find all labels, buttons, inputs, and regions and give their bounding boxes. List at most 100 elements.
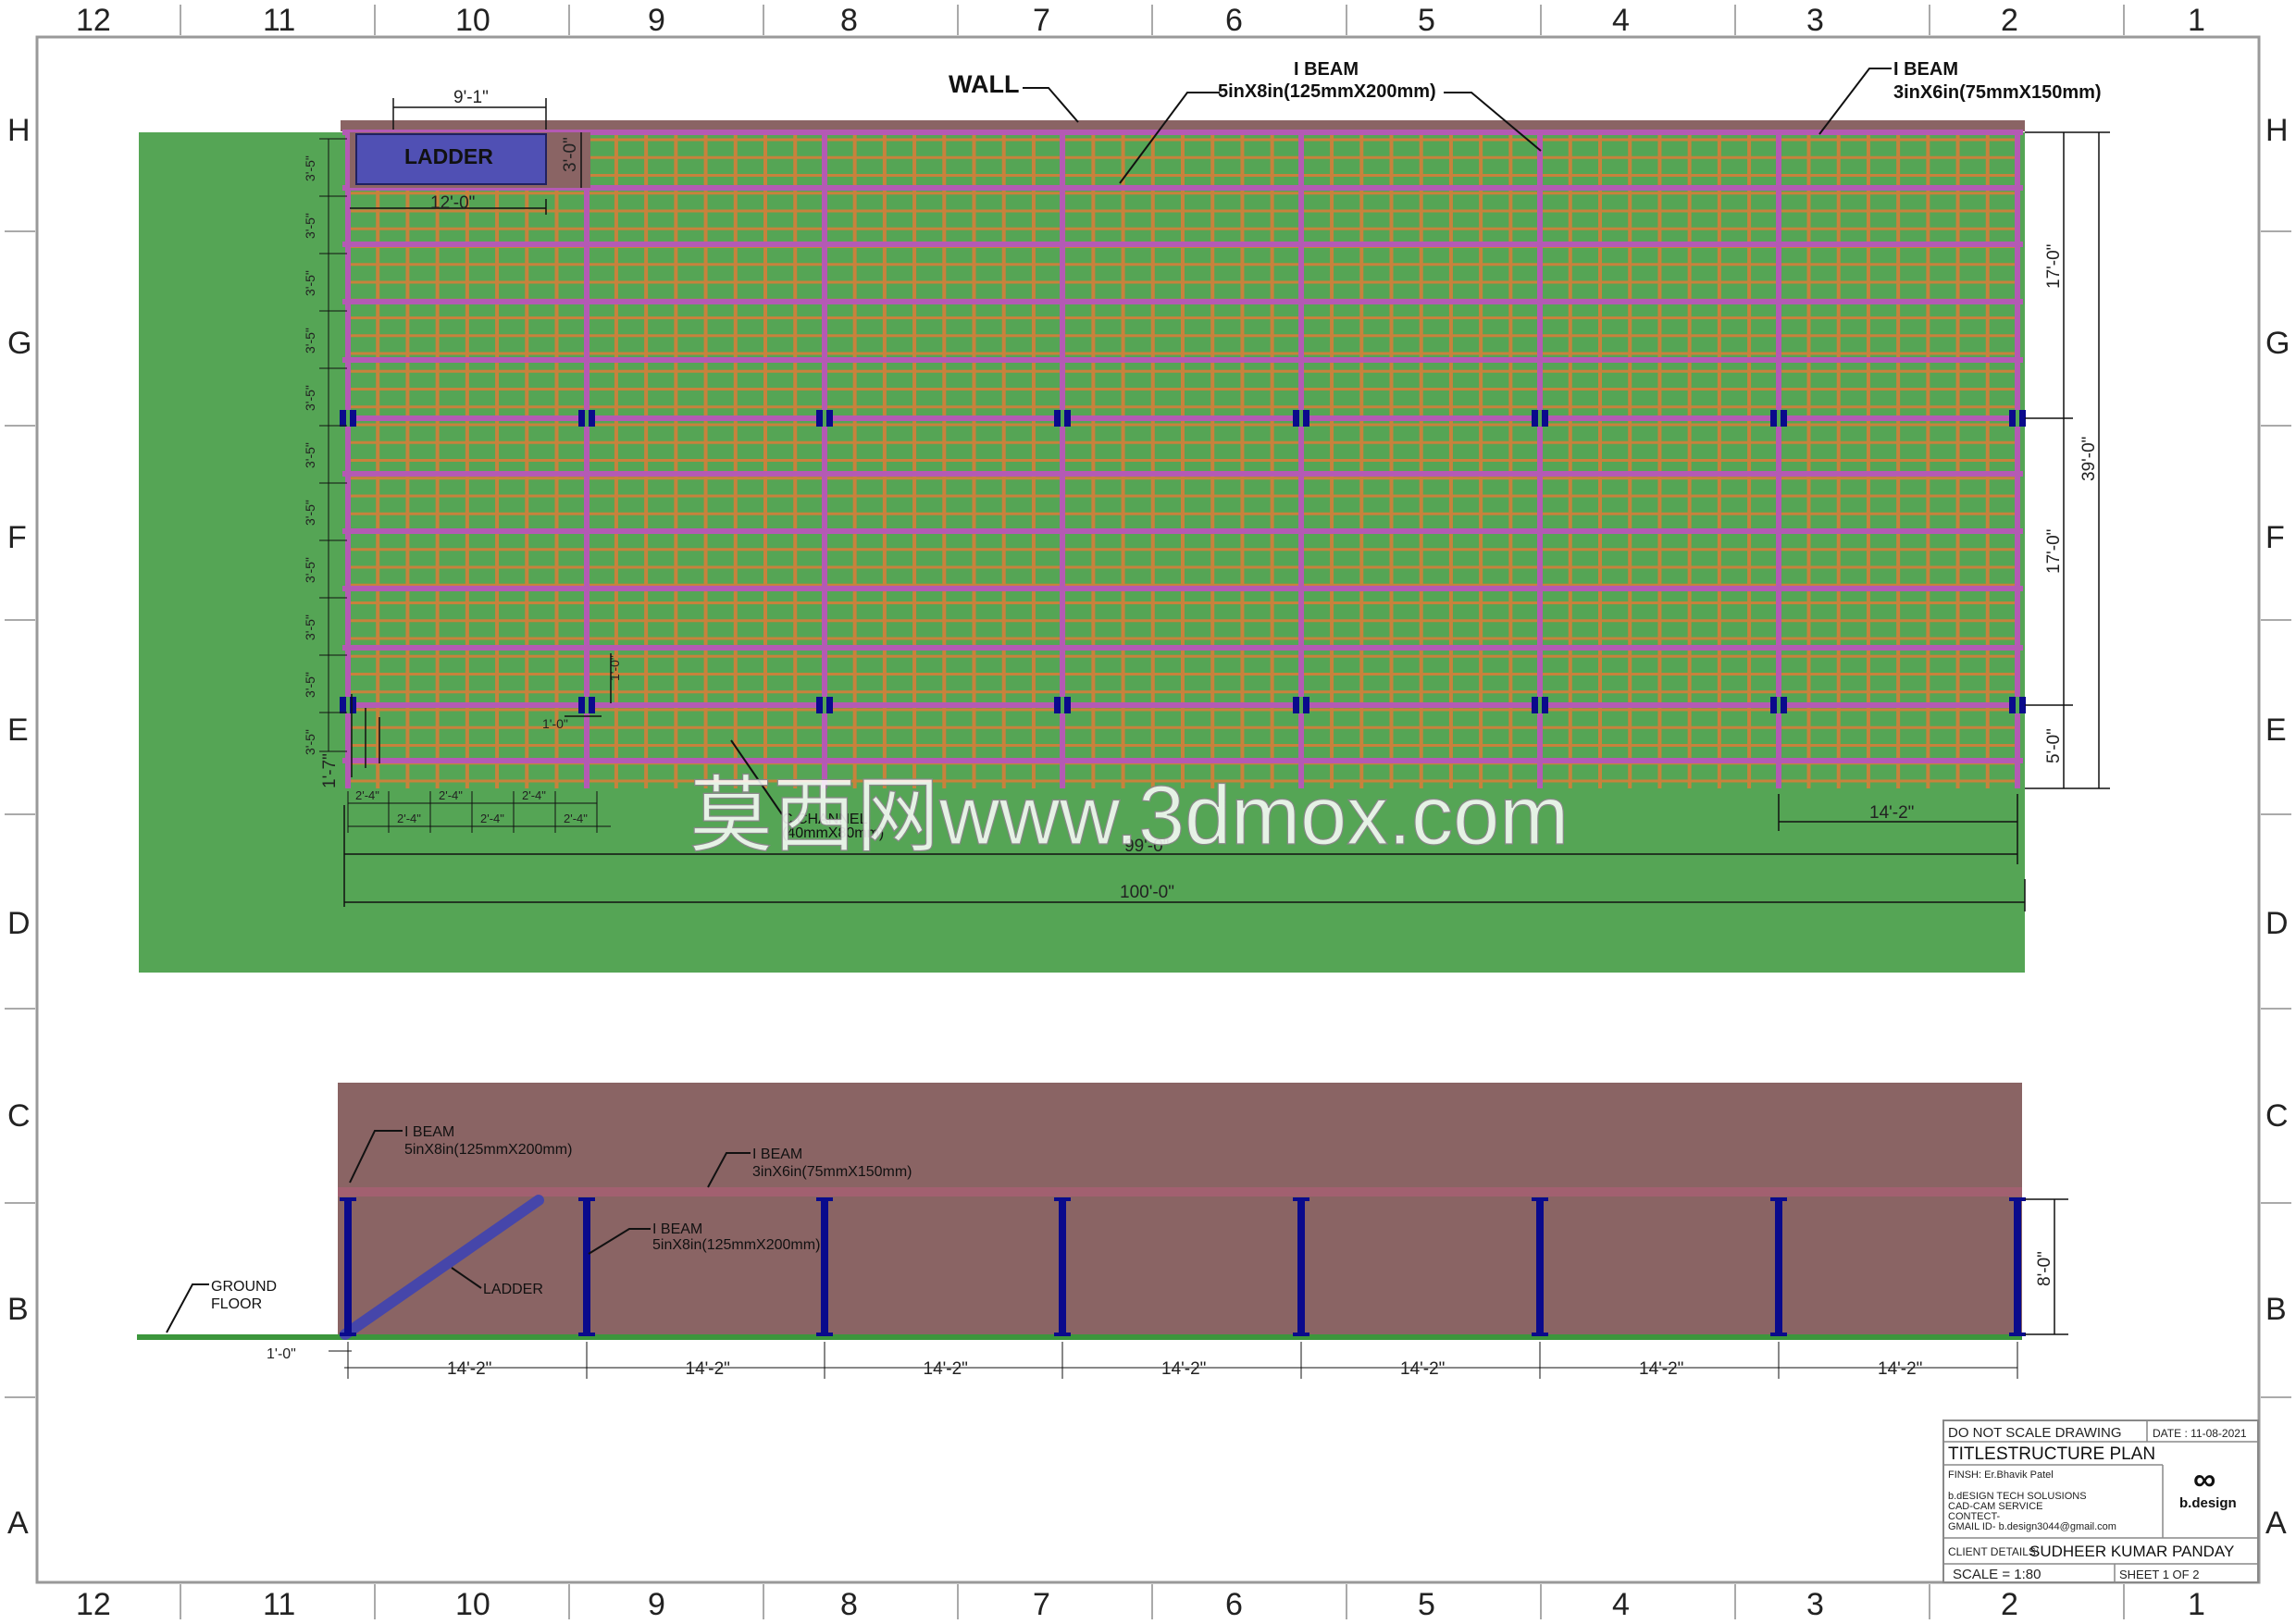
secondary-beam-horizontal <box>348 459 2017 462</box>
elev-ibeam-top-size: 5inX8in(125mmX200mm) <box>404 1142 572 1158</box>
secondary-beam-horizontal <box>348 280 2017 284</box>
elevation-column <box>2014 1199 2021 1334</box>
dim-17-top: 17'-0" <box>2044 244 2064 289</box>
elevation-column-base <box>2009 1333 2026 1336</box>
column-marker-gap <box>1061 410 1064 427</box>
drawing-date: DATE : 11-08-2021 <box>2153 1427 2247 1440</box>
secondary-beam-horizontal <box>348 440 2017 444</box>
ladder-length-dim: 12'-0" <box>430 193 475 213</box>
frame-row-left-E: E <box>7 713 29 748</box>
elevation-column-base <box>1293 1333 1309 1336</box>
secondary-beam-horizontal <box>348 352 2017 355</box>
row-spacing-label: 3'-5" <box>303 270 317 296</box>
title-block: DO NOT SCALE DRAWING DATE : 11-08-2021 T… <box>1942 1419 2259 1583</box>
elevation-column-base <box>340 1333 356 1336</box>
secondary-beam-horizontal <box>348 388 2017 391</box>
dim-1-0-b: 1'-0" <box>607 655 622 681</box>
frame-col-bottom-6: 6 <box>1225 1587 1243 1622</box>
secondary-beam-horizontal <box>348 138 2017 142</box>
frame-row-left-A: A <box>7 1506 29 1541</box>
column-marker-gap <box>1777 410 1781 427</box>
frame-row-right-H: H <box>2265 113 2289 148</box>
secondary-beam-horizontal <box>348 512 2017 515</box>
dim-5: 5'-0" <box>2044 728 2064 763</box>
frame-col-bottom-11: 11 <box>263 1587 295 1622</box>
frame-col-top-12: 12 <box>76 3 111 38</box>
ladder-plan-label: LADDER <box>404 144 493 168</box>
dim-100: 100'-0" <box>1120 883 1174 902</box>
elev-ibeam-sec-title: I BEAM <box>752 1147 802 1162</box>
row-spacing-label: 3'-5" <box>303 385 317 411</box>
frame-row-left-C: C <box>7 1098 31 1134</box>
title-prefix: TITLE: <box>1948 1444 2001 1464</box>
elev-ibeam-col-size: 5inX8in(125mmX200mm) <box>652 1237 820 1253</box>
column-marker-gap <box>2016 697 2019 713</box>
secondary-beam-horizontal <box>348 494 2017 498</box>
secondary-beam-horizontal <box>348 155 2017 159</box>
elevation-column-base <box>1532 1333 1548 1336</box>
column-marker-gap <box>585 410 589 427</box>
col-spacing-label: 2'-4" <box>397 812 421 825</box>
elev-ladder-label: LADDER <box>483 1282 543 1297</box>
row-spacing-label: 3'-5" <box>303 155 317 181</box>
main-beam-horizontal <box>342 528 2023 534</box>
main-beam-horizontal <box>342 357 2023 363</box>
col-spacing-label: 2'-4" <box>564 812 588 825</box>
row-spacing-label: 3'-5" <box>303 672 317 698</box>
frame-col-top-11: 11 <box>263 3 295 38</box>
elevation-column-cap <box>1532 1197 1548 1201</box>
frame-row-right-G: G <box>2265 326 2290 361</box>
client-label: CLIENT DETAILS: <box>1948 1545 2039 1558</box>
row-spacing-label: 3'-5" <box>303 729 317 755</box>
do-not-scale: DO NOT SCALE DRAWING <box>1948 1425 2122 1441</box>
column-marker-gap <box>1299 410 1303 427</box>
secondary-beam-horizontal <box>348 477 2017 480</box>
ibeam-sec-size: 3inX6in(75mmX150mm) <box>1893 82 2102 103</box>
ibeam-sec-title: I BEAM <box>1893 59 1958 80</box>
frame-col-top-1: 1 <box>2188 3 2205 38</box>
scale-label: SCALE = 1:80 <box>1953 1567 2041 1582</box>
secondary-beam-horizontal <box>348 654 2017 658</box>
bay-dim-label: 14'-2" <box>1639 1359 1683 1379</box>
ground-floor-line1: GROUND <box>211 1279 277 1295</box>
frame-row-right-F: F <box>2265 520 2285 555</box>
frame-row-left-F: F <box>7 520 27 555</box>
column-marker-gap <box>1777 697 1781 713</box>
logo-symbol: ∞ <box>2193 1462 2215 1497</box>
frame-col-top-8: 8 <box>840 3 858 38</box>
row-spacing-label: 3'-5" <box>303 442 317 468</box>
elevation-column-cap <box>816 1197 833 1201</box>
elev-ibeam-sec-size: 3inX6in(75mmX150mm) <box>752 1164 912 1180</box>
frame-row-right-A: A <box>2265 1506 2287 1541</box>
dim-1-0-a: 1'-0" <box>542 716 568 731</box>
row-spacing-label: 3'-5" <box>303 557 317 583</box>
watermark: 莫西网www.3dmox.com <box>689 770 1569 862</box>
elevation-column <box>1059 1199 1066 1334</box>
column-marker-gap <box>823 410 826 427</box>
main-beam-horizontal <box>342 471 2023 477</box>
frame-row-left-D: D <box>7 906 31 941</box>
row-spacing-label: 3'-5" <box>303 213 317 239</box>
elevation-column <box>821 1199 828 1334</box>
frame-col-bottom-7: 7 <box>1033 1587 1050 1622</box>
secondary-beam-horizontal <box>348 334 2017 338</box>
row-spacing-label: 3'-5" <box>303 500 317 526</box>
elevation-column <box>1297 1199 1305 1334</box>
secondary-beam-horizontal <box>348 637 2017 640</box>
secondary-beam-horizontal <box>348 369 2017 373</box>
secondary-beam-horizontal <box>348 209 2017 213</box>
main-beam-horizontal <box>342 645 2023 651</box>
column-marker-gap <box>1299 697 1303 713</box>
frame-col-top-3: 3 <box>1806 3 1824 38</box>
frame-col-bottom-8: 8 <box>840 1587 858 1622</box>
col-spacing-label: 2'-4" <box>439 788 463 802</box>
client-name: SUDHEER KUMAR PANDAY <box>2029 1543 2234 1560</box>
secondary-beam-horizontal <box>348 725 2017 729</box>
elevation-column-base <box>1054 1333 1071 1336</box>
ladder-depth-dim: 3'-0" <box>561 137 580 172</box>
ibeam-main-title: I BEAM <box>1294 59 1359 80</box>
column-marker-gap <box>1538 410 1542 427</box>
ground-floor-line2: FLOOR <box>211 1296 262 1312</box>
main-beam-horizontal <box>342 586 2023 591</box>
elevation-top-beam <box>338 1187 2022 1196</box>
